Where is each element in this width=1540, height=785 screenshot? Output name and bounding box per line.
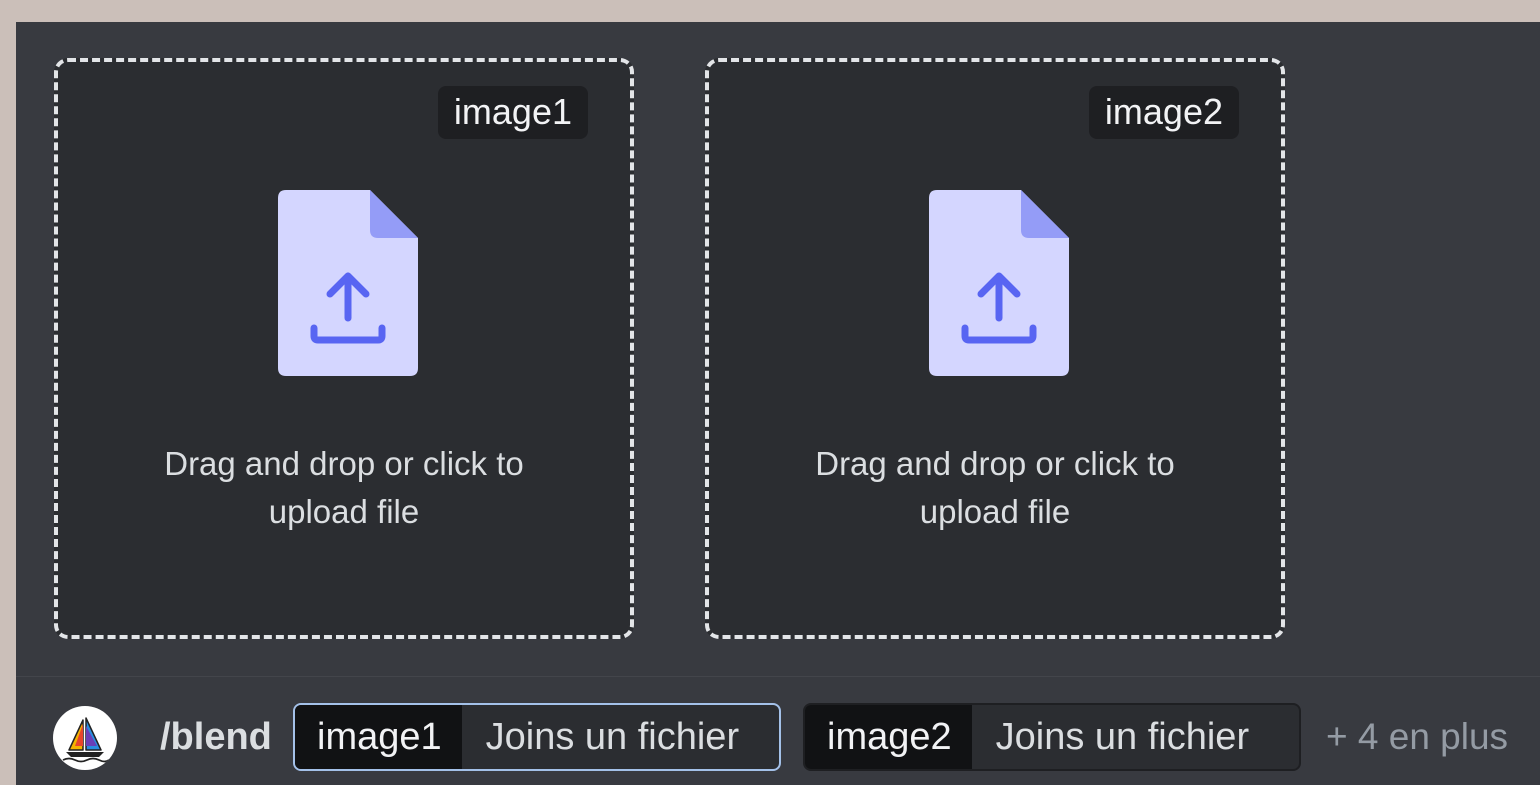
command-option-image2[interactable]: image2 Joins un fichier: [803, 703, 1301, 771]
dropzone-label: image2: [1088, 86, 1239, 139]
upload-area: image1 Drag and drop or click to upload …: [16, 22, 1540, 676]
option-key: image1: [295, 705, 462, 769]
dropzone-image2[interactable]: image2 Drag and drop or click to upload …: [705, 58, 1285, 639]
dropzone-instructions: Drag and drop or click to upload file: [58, 440, 630, 536]
sailboat-avatar: [53, 706, 117, 770]
command-option-image1[interactable]: image1 Joins un fichier: [293, 703, 781, 771]
dropzone-text-line2: upload file: [919, 493, 1071, 530]
dropzone-label: image1: [437, 86, 588, 139]
command-name: /blend: [160, 716, 272, 758]
option-key: image2: [805, 705, 972, 769]
dropzone-text-line1: Drag and drop or click to: [164, 445, 524, 482]
file-upload-icon: [278, 190, 418, 376]
more-options-button[interactable]: + 4 en plus: [1326, 715, 1508, 759]
dropzone-instructions: Drag and drop or click to upload file: [709, 440, 1281, 536]
command-panel: image1 Drag and drop or click to upload …: [16, 22, 1540, 785]
file-upload-icon: [929, 190, 1069, 376]
option-value: Joins un fichier: [995, 715, 1250, 758]
dropzone-text-line2: upload file: [268, 493, 420, 530]
dropzone-image1[interactable]: image1 Drag and drop or click to upload …: [54, 58, 634, 639]
dropzone-text-line1: Drag and drop or click to: [815, 445, 1175, 482]
sailboat-icon: [62, 717, 110, 763]
option-value: Joins un fichier: [485, 715, 740, 758]
command-bar: /blend image1 Joins un fichier image2 Jo…: [16, 677, 1540, 785]
